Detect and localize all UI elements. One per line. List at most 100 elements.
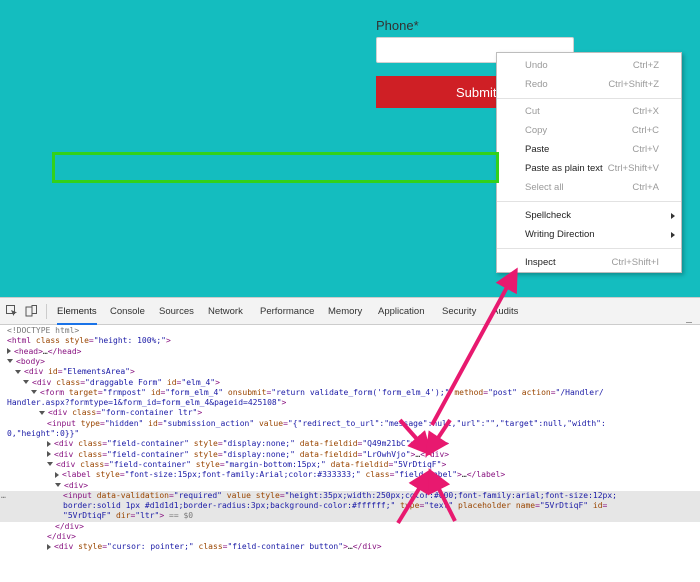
code-token: = [602, 501, 608, 511]
code-token: data-fieldid [299, 439, 358, 449]
code-token: 0,"height":0}}" [7, 429, 80, 438]
dom-node-line[interactable]: <head>…</head> [0, 347, 700, 357]
code-token: style [193, 449, 218, 459]
code-token: "display:none;" [222, 449, 295, 459]
code-token: <head> [14, 346, 43, 356]
code-token: class [198, 542, 223, 552]
dom-node-line[interactable]: <div> [0, 481, 700, 491]
menu-item-paste[interactable]: Paste Ctrl+V [497, 141, 681, 159]
code-token: "{"redirect_to_url":"message":null,"url"… [287, 418, 606, 428]
tab-network[interactable]: Network [208, 298, 243, 325]
code-token: <body> [16, 356, 45, 366]
dom-node-line[interactable]: <div style="cursor: pointer;" class="fie… [0, 542, 700, 552]
tab-console[interactable]: Console [110, 298, 145, 325]
code-token: data-fieldid [330, 459, 389, 469]
tab-application[interactable]: Application [378, 298, 424, 325]
code-token: style [64, 336, 89, 346]
expand-triangle-icon[interactable] [7, 359, 13, 364]
dom-node-line[interactable]: <form target="frmpost" id="form_elm_4" o… [0, 388, 700, 398]
code-token: style [255, 490, 280, 500]
code-token: <div [54, 439, 79, 449]
expand-triangle-icon[interactable] [47, 462, 53, 467]
dom-node-line[interactable]: <!DOCTYPE html> [0, 326, 700, 336]
dom-node-line[interactable]: <div class="form-container ltr"> [0, 408, 700, 418]
context-menu: Undo Ctrl+Z Redo Ctrl+Shift+Z Cut Ctrl+X Co… [496, 52, 682, 273]
code-token: class [56, 377, 81, 387]
code-token: </label> [466, 470, 506, 480]
code-token: <input [47, 418, 81, 428]
code-token: > [281, 398, 287, 408]
expand-triangle-icon[interactable] [39, 410, 45, 415]
tab-sources[interactable]: Sources [159, 298, 194, 325]
dom-node-line[interactable]: <div class="field-container" style="disp… [0, 450, 700, 460]
menu-item-inspect[interactable]: Inspect Ctrl+Shift+I [497, 254, 681, 272]
dom-node-line[interactable]: </div> [0, 522, 700, 532]
webpage-area: Phone* Submit Undo Ctrl+Z Redo Ctrl+Shift+… [0, 0, 700, 297]
tab-security[interactable]: Security [442, 298, 476, 325]
collapse-triangle-icon[interactable] [47, 543, 51, 550]
dom-node-line[interactable]: <label style="font-size:15px;font-family… [0, 470, 700, 480]
expand-triangle-icon[interactable] [31, 390, 37, 395]
code-token: type [80, 418, 100, 428]
menu-item-redo[interactable]: Redo Ctrl+Shift+Z [497, 76, 681, 94]
menu-separator [497, 201, 681, 202]
code-token: "draggable Form" [85, 377, 163, 387]
code-token: "ltr" [135, 511, 160, 521]
code-token: value [226, 490, 251, 500]
inspect-element-icon[interactable] [6, 305, 18, 317]
dom-node-line[interactable]: <div class="field-container" style="marg… [0, 460, 700, 470]
code-token: "field-container" [107, 449, 189, 459]
device-toolbar-icon[interactable] [25, 305, 37, 317]
code-token: "field-container" [107, 439, 189, 449]
code-token: style [193, 439, 218, 449]
collapse-triangle-icon[interactable] [7, 348, 11, 355]
dom-node-line[interactable]: <html class style="height: 100%;"> [0, 336, 700, 346]
code-token: <html [7, 336, 36, 346]
code-token: onsubmit [227, 387, 267, 397]
devtools-toolbar: Elements Console Sources Network Perform… [0, 298, 700, 325]
code-token: <label [62, 470, 96, 480]
code-token: type [400, 501, 420, 511]
dom-node-line[interactable]: <input data-validation="required" value … [0, 490, 700, 502]
menu-item-spellcheck[interactable]: Spellcheck [497, 207, 681, 225]
code-token: > [166, 336, 171, 346]
dom-node-line[interactable]: 0,"height":0}}" [0, 429, 700, 439]
expand-triangle-icon[interactable] [15, 369, 21, 374]
collapse-triangle-icon[interactable] [47, 440, 51, 447]
tab-memory[interactable]: Memory [328, 298, 362, 325]
code-token: "field-label" [394, 470, 458, 480]
dom-node-line[interactable]: Handler.aspx?formtype=1&form_id=form_elm… [0, 398, 700, 408]
submenu-arrow-icon [671, 213, 675, 219]
menu-item-undo[interactable]: Undo Ctrl+Z [497, 57, 681, 75]
menu-item-cut[interactable]: Cut Ctrl+X [497, 103, 681, 121]
menu-item-writing-direction[interactable]: Writing Direction [497, 226, 681, 244]
expand-triangle-icon[interactable] [23, 380, 29, 384]
tab-audits[interactable]: Audits [492, 298, 518, 325]
dom-node-line[interactable]: <div id="ElementsArea"> [0, 367, 700, 377]
dom-node-line[interactable]: <input type="hidden" id="submission_acti… [0, 419, 700, 429]
code-token: "text" [424, 501, 454, 511]
code-token: style [195, 459, 220, 469]
dom-node-line[interactable]: <div class="field-container" style="disp… [0, 439, 700, 449]
tab-performance[interactable]: Performance [260, 298, 314, 325]
dom-node-line[interactable]: </div> [0, 532, 700, 542]
expand-triangle-icon[interactable] [55, 483, 61, 487]
code-token: class [78, 439, 103, 449]
dom-node-line[interactable]: <div class="draggable Form" id="elm_4"> [0, 378, 700, 388]
code-token: "elm_4" [181, 377, 216, 387]
menu-item-select-all[interactable]: Select all Ctrl+A [497, 179, 681, 197]
code-token: > [130, 367, 135, 377]
collapse-triangle-icon[interactable] [55, 471, 59, 478]
tab-elements[interactable]: Elements [57, 298, 97, 325]
code-token: id [592, 501, 603, 511]
dom-node-line[interactable]: <body> [0, 357, 700, 367]
collapse-triangle-icon[interactable] [47, 451, 51, 458]
code-token: "Q49m21bC" [362, 439, 411, 449]
dom-node-line[interactable]: "5VrDtiqF" dir="ltr"> == $0 [0, 511, 700, 522]
dom-node-line[interactable]: border:solid 1px #d1d1d1;border-radius:3… [0, 501, 700, 512]
menu-item-copy[interactable]: Copy Ctrl+C [497, 122, 681, 140]
menu-item-paste-plain[interactable]: Paste as plain text Ctrl+Shift+V [497, 160, 681, 178]
code-token: "5VrDtiqF" [539, 501, 589, 511]
elements-tree: <!DOCTYPE html> <html class style="height… [0, 325, 700, 582]
code-token: "hidden" [104, 418, 144, 428]
